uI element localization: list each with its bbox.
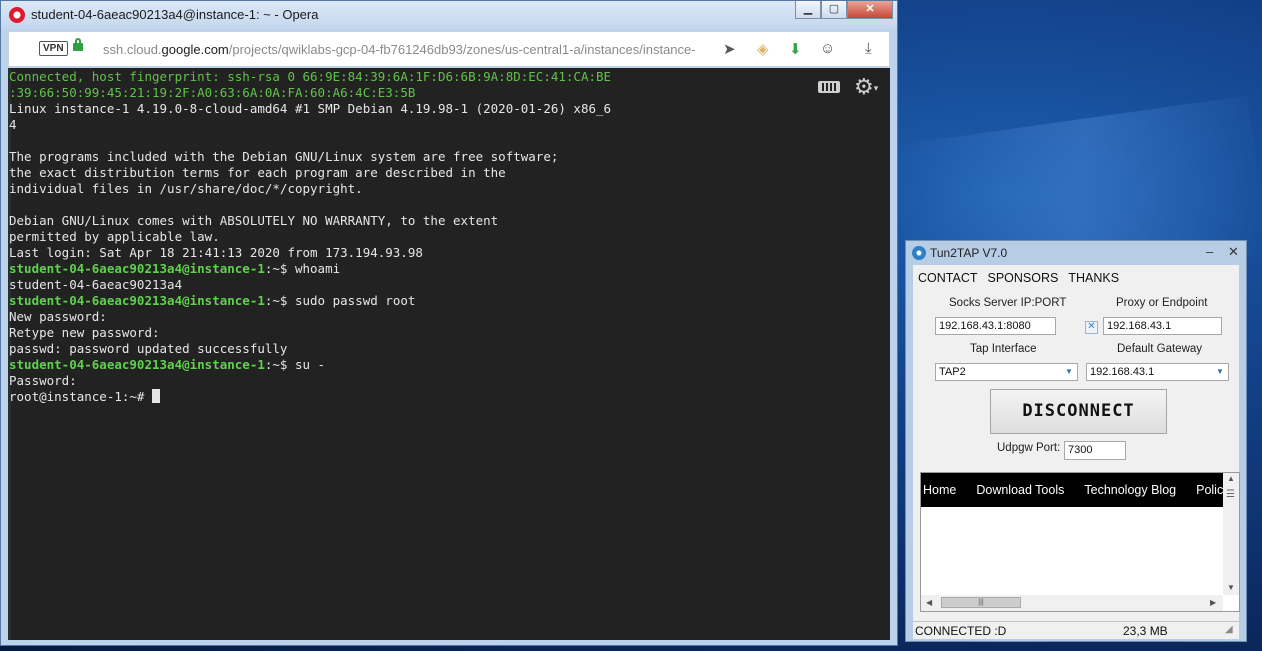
scroll-right-icon[interactable]: ▶ — [1210, 598, 1216, 607]
menu-sponsors[interactable]: SPONSORS — [988, 271, 1059, 285]
output-line: Last login: Sat Apr 18 21:41:13 2020 fro… — [9, 245, 423, 260]
terminal-output: Connected, host fingerprint: ssh-rsa 0 6… — [9, 69, 611, 405]
menu-thanks[interactable]: THANKS — [1068, 271, 1119, 285]
output-line: individual files in /usr/share/doc/*/cop… — [9, 181, 363, 196]
resize-grip-icon[interactable]: ◢ — [1225, 624, 1233, 635]
proxy-endpoint-input[interactable]: 192.168.43.1 — [1103, 317, 1222, 335]
minimize-button[interactable]: ▁ — [795, 1, 821, 19]
root-prompt: root@instance-1:~# — [9, 389, 152, 404]
chevron-down-icon[interactable]: ▼ — [1212, 364, 1228, 380]
window-title: student-04-6aeac90213a4@instance-1: ~ - … — [31, 7, 319, 22]
output-line: Password: — [9, 373, 77, 388]
shell-prompt: student-04-6aeac90213a4@instance-1 — [9, 293, 265, 308]
output-line: permitted by applicable law. — [9, 229, 220, 244]
udpgw-port-label: Udpgw Port: — [997, 442, 1061, 454]
scroll-left-icon[interactable]: ◀ — [926, 598, 932, 607]
shell-prompt: student-04-6aeac90213a4@instance-1 — [9, 357, 265, 372]
socks-server-input[interactable]: 192.168.43.1:8080 — [935, 317, 1056, 335]
vpn-badge[interactable]: VPN — [39, 41, 68, 56]
output-line: New password: — [9, 309, 107, 324]
default-gateway-select[interactable]: 192.168.43.1 ▼ — [1086, 363, 1229, 381]
keyboard-icon[interactable] — [818, 81, 840, 93]
window-controls: ▁ ▢ ✕ — [795, 1, 893, 19]
horizontal-scroll-thumb[interactable]: ||| — [941, 597, 1021, 608]
web-nav-bar: Home Download Tools Technology Blog Poli… — [921, 473, 1223, 507]
tun2tap-window: Tun2TAP V7.0 – ✕ CONTACT SPONSORS THANKS… — [905, 240, 1247, 642]
lock-icon[interactable] — [73, 38, 83, 51]
connection-status: CONNECTED :D — [915, 624, 1007, 638]
opera-logo-icon — [9, 7, 25, 23]
scroll-up-icon[interactable]: ▲ — [1227, 474, 1235, 483]
prompt-suffix: :~$ — [264, 261, 295, 276]
prompt-suffix: :~$ — [264, 293, 295, 308]
close-button[interactable]: ✕ — [1228, 244, 1239, 260]
menu-contact[interactable]: CONTACT — [918, 271, 978, 285]
opera-window: student-04-6aeac90213a4@instance-1: ~ - … — [0, 0, 898, 646]
disconnect-button[interactable]: DISCONNECT — [990, 389, 1167, 434]
title-bar[interactable]: student-04-6aeac90213a4@instance-1: ~ - … — [1, 1, 897, 29]
scroll-down-icon[interactable]: ▼ — [1227, 583, 1235, 592]
web-nav-home[interactable]: Home — [923, 473, 956, 507]
status-bar: CONNECTED :D 23,3 MB ◢ — [913, 621, 1239, 640]
chat-extension-icon[interactable]: ☺ — [820, 40, 835, 57]
command-text: su - — [294, 357, 326, 372]
url-host: google.com — [161, 42, 229, 57]
download-arrow-icon[interactable]: ⬇ — [789, 40, 802, 58]
output-line: Debian GNU/Linux comes with ABSOLUTELY N… — [9, 213, 499, 228]
udpgw-port-input[interactable]: 7300 — [1064, 441, 1126, 460]
socks-server-label: Socks Server IP:PORT — [949, 297, 1067, 309]
terminal-cursor — [152, 389, 160, 403]
output-line: The programs included with the Debian GN… — [9, 149, 559, 164]
command-text: whoami — [294, 261, 341, 276]
address-bar[interactable]: VPN ssh.cloud.google.com/projects/qwikla… — [8, 31, 890, 67]
tun2tap-title-bar[interactable]: Tun2TAP V7.0 – ✕ — [906, 241, 1246, 265]
command-text: sudo passwd root — [294, 293, 416, 308]
traffic-size: 23,3 MB — [1123, 624, 1168, 638]
tap-interface-value: TAP2 — [939, 366, 966, 378]
ssh-terminal[interactable]: Connected, host fingerprint: ssh-rsa 0 6… — [8, 68, 890, 640]
minimize-button[interactable]: – — [1206, 244, 1213, 259]
output-line: the exact distribution terms for each pr… — [9, 165, 506, 180]
vertical-scrollbar[interactable]: ▲ ☰ ▼ — [1223, 473, 1239, 595]
extension-box-icon[interactable]: ◈ — [757, 40, 769, 58]
tap-interface-select[interactable]: TAP2 ▼ — [935, 363, 1078, 381]
scroll-grip-icon[interactable]: ☰ — [1226, 489, 1235, 500]
prompt-suffix: :~$ — [264, 357, 295, 372]
clear-icon[interactable]: ✕ — [1085, 321, 1098, 334]
tap-interface-label: Tap Interface — [970, 343, 1037, 355]
fingerprint-line: Connected, host fingerprint: ssh-rsa 0 6… — [9, 69, 612, 84]
gear-icon[interactable]: ⚙▾ — [854, 74, 878, 100]
chevron-down-icon[interactable]: ▼ — [1061, 364, 1077, 380]
tun2tap-title: Tun2TAP V7.0 — [930, 246, 1008, 260]
maximize-button[interactable]: ▢ — [821, 1, 847, 19]
proxy-endpoint-label: Proxy or Endpoint — [1116, 297, 1208, 309]
fingerprint-line: :39:66:50:99:45:21:19:2F:A0:63:6A:0A:FA:… — [9, 85, 416, 100]
output-line: Linux instance-1 4.19.0-8-cloud-amd64 #1… — [9, 101, 612, 116]
embedded-web-view[interactable]: Home Download Tools Technology Blog Poli… — [920, 472, 1240, 612]
url-path: /projects/qwiklabs-gcp-04-fb761246db93/z… — [228, 42, 696, 57]
web-nav-technology-blog[interactable]: Technology Blog — [1084, 473, 1176, 507]
tun2tap-logo-icon — [912, 246, 926, 260]
close-button[interactable]: ✕ — [847, 1, 893, 19]
shell-prompt: student-04-6aeac90213a4@instance-1 — [9, 261, 265, 276]
output-line: student-04-6aeac90213a4 — [9, 277, 183, 292]
downloads-icon[interactable]: ⤓ — [865, 40, 872, 57]
horizontal-scrollbar[interactable]: ◀ ||| ▶ — [921, 595, 1223, 611]
output-line: passwd: password updated successfully — [9, 341, 288, 356]
default-gateway-label: Default Gateway — [1117, 343, 1203, 355]
output-line: Retype new password: — [9, 325, 160, 340]
menu-bar: CONTACT SPONSORS THANKS — [918, 271, 1119, 285]
url-text[interactable]: ssh.cloud.google.com/projects/qwiklabs-g… — [103, 42, 708, 57]
send-icon[interactable]: ➤ — [723, 40, 736, 58]
web-nav-download-tools[interactable]: Download Tools — [976, 473, 1064, 507]
default-gateway-value: 192.168.43.1 — [1090, 366, 1155, 378]
output-line: 4 — [9, 117, 17, 132]
url-prefix: ssh.cloud. — [103, 42, 162, 57]
web-nav-policy[interactable]: Policy — [1196, 473, 1223, 507]
tun2tap-body: CONTACT SPONSORS THANKS Socks Server IP:… — [913, 265, 1240, 640]
